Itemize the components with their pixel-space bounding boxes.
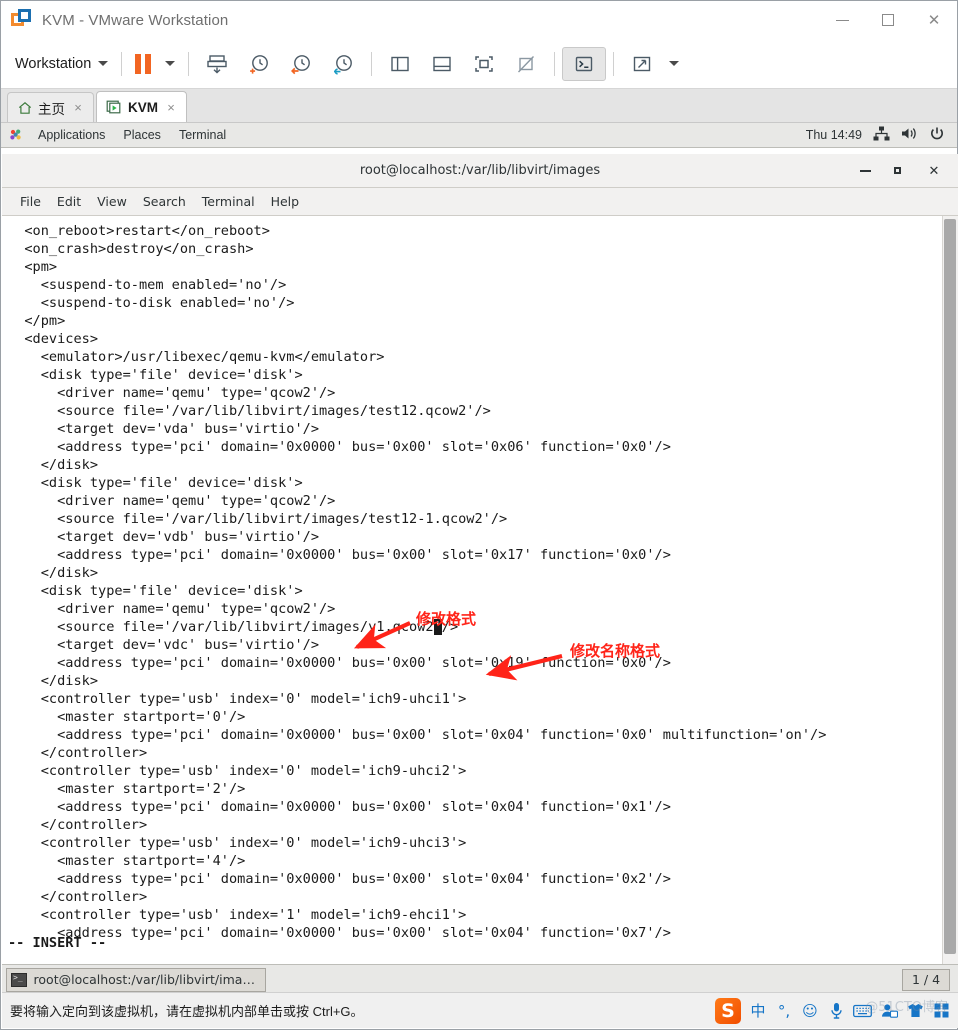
- ime-chinese-mode[interactable]: 中: [749, 1000, 767, 1021]
- terminal-text-before-cursor: <on_reboot>restart</on_reboot> <on_crash…: [24, 223, 671, 635]
- terminal-window: root@localhost:/var/lib/libvirt/images ✕…: [2, 154, 958, 965]
- guest-menu-places[interactable]: Places: [114, 123, 170, 148]
- taskbar-item-label: root@localhost:/var/lib/libvirt/images: [33, 972, 257, 987]
- toolbar-divider: [188, 51, 190, 76]
- close-icon[interactable]: ✕: [911, 1, 957, 39]
- annotation-modify-name-format: 修改名称格式: [570, 642, 661, 660]
- full-screen-button[interactable]: [562, 46, 607, 81]
- guest-top-panel: Applications Places Terminal Thu 14:49: [1, 123, 957, 148]
- guest-clock[interactable]: Thu 14:49: [806, 128, 862, 142]
- vim-mode-indicator: -- INSERT --: [8, 935, 107, 951]
- taskbar-item-terminal[interactable]: root@localhost:/var/lib/libvirt/images: [6, 967, 266, 992]
- tab-kvm-label: KVM: [128, 99, 158, 115]
- terminal-menu-search[interactable]: Search: [135, 188, 194, 216]
- chevron-down-icon: [165, 61, 176, 66]
- gnome-foot-icon: [9, 128, 23, 142]
- workstation-menu-button[interactable]: Workstation: [9, 47, 114, 81]
- send-ctrl-alt-del-button[interactable]: [196, 47, 238, 81]
- toolbar-divider: [121, 51, 123, 76]
- vm-running-icon: [106, 99, 123, 115]
- workstation-menu-label: Workstation: [15, 55, 92, 72]
- vmware-logo-icon: [11, 9, 33, 31]
- expand-arrows-icon: [627, 49, 657, 79]
- console-view-off-icon: [511, 49, 541, 79]
- terminal-scrollbar-thumb[interactable]: [944, 219, 956, 954]
- pause-dropdown-button[interactable]: [157, 47, 181, 81]
- chevron-down-icon: [98, 61, 109, 66]
- unity-mode-button[interactable]: [621, 47, 663, 81]
- panel-left-icon: [385, 49, 415, 79]
- status-message: 要将输入定向到该虚拟机，请在虚拟机内部单击或按 Ctrl+G。: [10, 1004, 364, 1019]
- window-controls: ✕: [819, 1, 957, 39]
- snapshot-revert-icon: [286, 49, 316, 79]
- hide-console-view-button[interactable]: [505, 47, 547, 81]
- window-title: KVM - VMware Workstation: [42, 11, 229, 29]
- close-icon[interactable]: ✕: [928, 164, 940, 177]
- vmware-toolbar: Workstation: [1, 39, 957, 89]
- minimize-icon[interactable]: [860, 169, 872, 172]
- tab-kvm-close-icon[interactable]: ×: [164, 100, 178, 115]
- sogou-logo-icon[interactable]: S: [715, 997, 741, 1024]
- snapshot-add-icon: [244, 49, 274, 79]
- snapshot-manage-icon: [328, 49, 358, 79]
- show-thumbnail-bar-button[interactable]: [421, 47, 463, 81]
- workspace-switcher[interactable]: 1 / 4: [902, 968, 950, 991]
- terminal-icon: [11, 972, 27, 987]
- terminal-title: root@localhost:/var/lib/libvirt/images: [359, 163, 601, 178]
- show-console-view-button[interactable]: [463, 47, 505, 81]
- home-icon: [17, 100, 33, 116]
- ime-voice-input-button[interactable]: [827, 1002, 845, 1019]
- show-library-button[interactable]: [379, 47, 421, 81]
- guest-taskbar: root@localhost:/var/lib/libvirt/images 1…: [2, 964, 958, 994]
- toolbar-divider: [371, 51, 373, 76]
- ime-punctuation-mode[interactable]: °,: [775, 1002, 793, 1020]
- terminal-menu-terminal[interactable]: Terminal: [194, 188, 263, 216]
- console-view-icon: [469, 49, 499, 79]
- terminal-prompt-icon: [569, 49, 599, 79]
- vmware-titlebar: KVM - VMware Workstation ✕: [1, 1, 957, 39]
- terminal-text-after-cursor: /> <target dev='vdc' bus='virtio'/> <add…: [40, 619, 827, 941]
- tab-home-label: 主页: [38, 101, 65, 117]
- annotation-modify-format: 修改格式: [416, 610, 477, 628]
- guest-menu-terminal[interactable]: Terminal: [170, 123, 235, 148]
- terminal-menu-edit[interactable]: Edit: [49, 188, 89, 216]
- terminal-titlebar: root@localhost:/var/lib/libvirt/images ✕: [2, 154, 958, 188]
- guest-panel-tray: Thu 14:49: [806, 126, 949, 144]
- terminal-body[interactable]: <on_reboot>restart</on_reboot> <on_crash…: [2, 216, 958, 965]
- take-snapshot-button[interactable]: [238, 47, 280, 81]
- tab-home[interactable]: 主页 ×: [7, 92, 94, 122]
- vmware-workstation-window: KVM - VMware Workstation ✕ Workstation 主…: [0, 0, 958, 1030]
- pause-icon: [135, 53, 152, 74]
- guest-menu-applications[interactable]: Applications: [29, 123, 114, 148]
- pause-vm-button[interactable]: [129, 47, 157, 81]
- maximize-icon[interactable]: [894, 167, 906, 174]
- manage-snapshots-button[interactable]: [322, 47, 364, 81]
- send-key-icon: [202, 49, 232, 79]
- terminal-scrollbar[interactable]: [942, 216, 958, 965]
- power-icon[interactable]: [929, 126, 945, 144]
- ime-emoji-button[interactable]: ☺: [801, 1002, 819, 1020]
- vmware-statusbar: 要将输入定向到该虚拟机，请在虚拟机内部单击或按 Ctrl+G。 S 中 °, ☺…: [2, 992, 958, 1028]
- toolbar-divider: [554, 51, 556, 76]
- tab-home-close-icon[interactable]: ×: [71, 100, 85, 115]
- network-icon[interactable]: [873, 126, 890, 144]
- revert-snapshot-button[interactable]: [280, 47, 322, 81]
- ime-toolbar: S 中 °, ☺ @51CTO博客: [715, 994, 950, 1028]
- minimize-icon[interactable]: [819, 1, 865, 39]
- tab-kvm[interactable]: KVM ×: [96, 91, 187, 122]
- panel-bottom-icon: [427, 49, 457, 79]
- volume-icon[interactable]: [901, 126, 918, 144]
- terminal-menu-file[interactable]: File: [12, 188, 49, 216]
- watermark-text: @51CTO博客: [865, 999, 948, 1015]
- maximize-icon[interactable]: [865, 1, 911, 39]
- unity-dropdown-button[interactable]: [663, 47, 685, 81]
- toolbar-divider: [613, 51, 615, 76]
- chevron-down-icon: [669, 61, 680, 66]
- terminal-output: <on_reboot>restart</on_reboot> <on_crash…: [8, 222, 958, 942]
- vm-tabstrip: 主页 × KVM ×: [1, 89, 957, 123]
- terminal-window-controls: ✕: [860, 164, 958, 177]
- terminal-menubar: File Edit View Search Terminal Help: [2, 188, 958, 216]
- terminal-menu-view[interactable]: View: [89, 188, 135, 216]
- terminal-menu-help[interactable]: Help: [263, 188, 308, 216]
